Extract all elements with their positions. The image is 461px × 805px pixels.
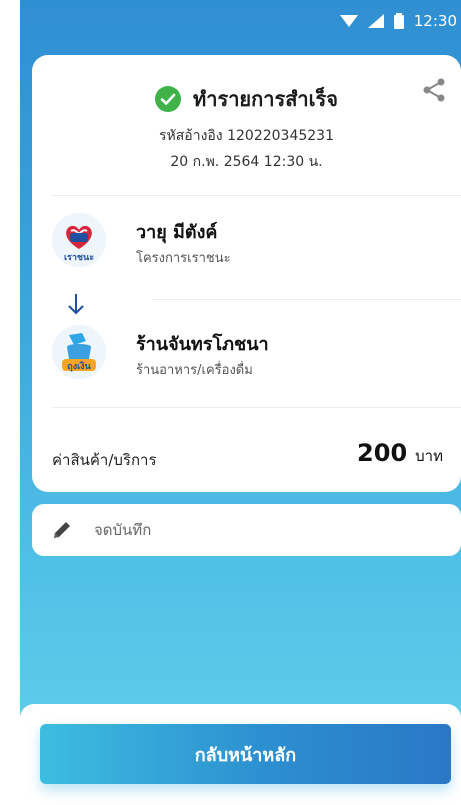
wifi-icon — [339, 15, 358, 27]
receiver-logo: ถุงเงิน — [52, 325, 106, 379]
back-to-home-button[interactable]: กลับหน้าหลัก — [40, 724, 451, 784]
status-bar: 12:30 — [20, 0, 461, 42]
amount-label: ค่าสินค้า/บริการ — [52, 451, 157, 469]
app-screen: 12:30 ทำรายการสำเร็จ รหัสอ้างอิง 1202203… — [20, 0, 461, 805]
amount-unit: บาท — [415, 447, 443, 465]
divider — [52, 195, 461, 196]
amount-number: 200 — [357, 439, 408, 467]
note-field[interactable]: จดบันทึก — [32, 504, 461, 556]
check-circle-icon — [155, 86, 182, 112]
amount-value: 200 บาท — [357, 439, 443, 468]
receiver-row: ถุงเงิน ร้านจันทรโภชนา ร้านอาหาร/เครื่อง… — [52, 325, 441, 385]
divider — [52, 407, 461, 408]
receiver-name: ร้านจันทรโภชนา — [136, 334, 269, 355]
sender-row: เราชนะ วายุ มีตังค์ โครงการเราชนะ — [52, 213, 441, 273]
sender-program: โครงการเราชนะ — [136, 251, 231, 266]
sender-logo: เราชนะ — [52, 213, 106, 267]
signal-icon — [367, 14, 384, 28]
bottom-action-panel: กลับหน้าหลัก — [20, 704, 461, 805]
pencil-icon — [54, 522, 70, 538]
receipt-card: ทำรายการสำเร็จ รหัสอ้างอิง 120220345231 … — [32, 55, 461, 492]
receiver-category: ร้านอาหาร/เครื่องดื่ม — [136, 363, 253, 378]
status-time: 12:30 — [413, 12, 457, 30]
svg-text:เราชนะ: เราชนะ — [64, 253, 94, 263]
arrow-down-icon — [68, 294, 84, 315]
note-placeholder: จดบันทึก — [94, 521, 152, 539]
reference-number: รหัสอ้างอิง 120220345231 — [159, 128, 334, 144]
divider — [152, 299, 461, 300]
sender-name: วายุ มีตังค์ — [136, 222, 218, 243]
status-title: ทำรายการสำเร็จ — [193, 87, 338, 111]
transaction-datetime: 20 ก.พ. 2564 12:30 น. — [170, 154, 323, 170]
battery-icon — [393, 13, 404, 29]
transaction-status: ทำรายการสำเร็จ — [32, 83, 461, 115]
svg-text:ถุงเงิน: ถุงเงิน — [67, 361, 91, 372]
